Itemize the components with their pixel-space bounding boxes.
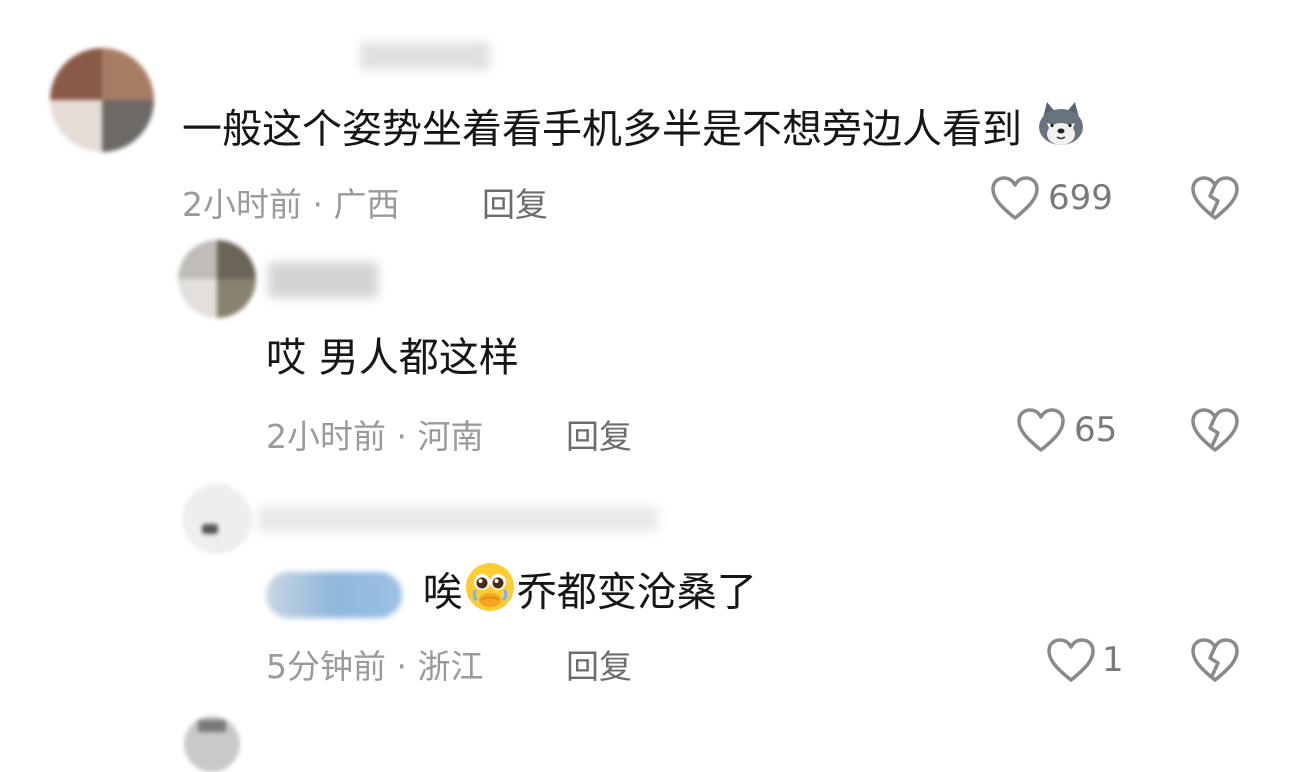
reply-button[interactable]: 回复 <box>566 640 632 688</box>
dislike-button[interactable] <box>1190 638 1240 688</box>
dislike-button[interactable] <box>1190 408 1240 458</box>
reply-button[interactable]: 回复 <box>566 410 632 458</box>
location: 广西 <box>333 185 400 224</box>
comment-body-start: 唉 <box>422 569 463 616</box>
comment-meta: 5分钟前 · 浙江 <box>266 640 484 688</box>
meta-separator: · <box>396 647 408 686</box>
like-button[interactable] <box>1016 408 1066 458</box>
heart-outline-icon <box>991 176 1039 220</box>
comment-body: 哎 男人都这样 <box>266 335 519 381</box>
meta-separator: · <box>396 417 408 456</box>
like-count: 65 <box>1074 410 1118 450</box>
timestamp: 2小时前 <box>266 417 386 456</box>
dislike-button[interactable] <box>1190 176 1240 226</box>
comment-meta: 2小时前 · 广西 <box>182 178 400 226</box>
comment-body: 一般这个姿势坐着看手机多半是不想旁边人看到 <box>182 106 1022 153</box>
username-redacted[interactable] <box>258 506 658 532</box>
heart-outline-icon <box>1047 638 1095 682</box>
username-redacted[interactable] <box>360 42 490 70</box>
mention-tag-redacted[interactable] <box>266 571 402 618</box>
broken-heart-icon <box>1191 408 1239 452</box>
avatar[interactable] <box>182 484 252 554</box>
avatar[interactable] <box>178 240 256 318</box>
heart-outline-icon <box>1017 408 1065 452</box>
broken-heart-icon <box>1191 638 1239 682</box>
pleading-face-emoji-icon <box>463 560 517 629</box>
avatar[interactable] <box>50 48 154 152</box>
avatar[interactable] <box>184 716 240 772</box>
timestamp: 5分钟前 <box>266 647 386 686</box>
comment-text: 唉 乔都变沧桑了 <box>266 560 757 629</box>
wolf-emoji-icon <box>1035 100 1087 163</box>
reply-button[interactable]: 回复 <box>482 178 548 226</box>
comment-body-end: 乔都变沧桑了 <box>516 569 757 616</box>
like-count: 699 <box>1048 178 1113 218</box>
meta-separator: · <box>312 185 324 224</box>
location: 浙江 <box>417 647 484 686</box>
timestamp: 2小时前 <box>182 185 302 224</box>
like-button[interactable] <box>990 176 1040 226</box>
comment-text: 一般这个姿势坐着看手机多半是不想旁边人看到 <box>182 100 1087 163</box>
location: 河南 <box>417 417 484 456</box>
like-button[interactable] <box>1046 638 1096 688</box>
like-count: 1 <box>1102 640 1124 680</box>
username-redacted[interactable] <box>268 262 378 298</box>
comment-meta: 2小时前 · 河南 <box>266 410 484 458</box>
broken-heart-icon <box>1191 176 1239 220</box>
